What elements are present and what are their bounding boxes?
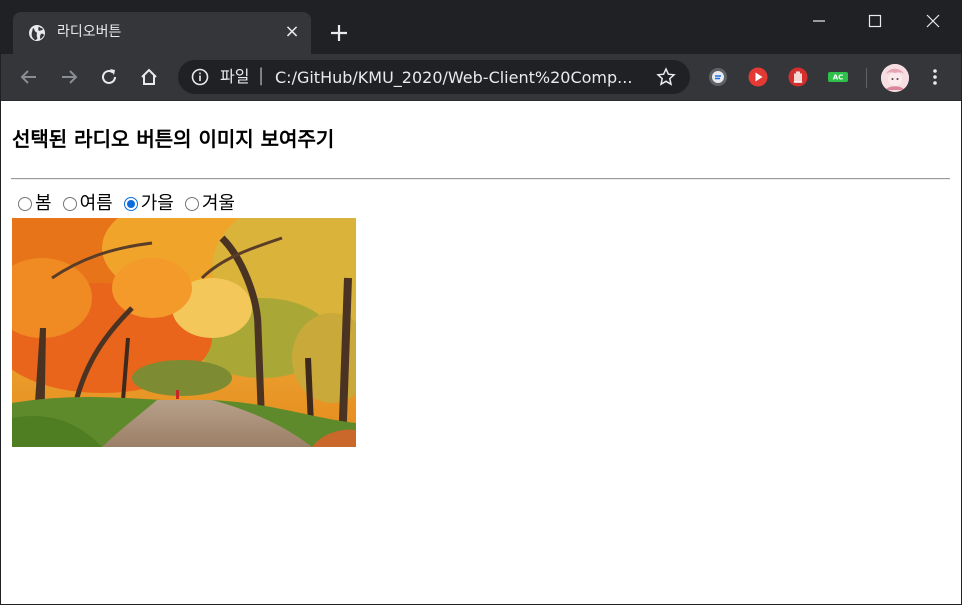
- home-button[interactable]: [138, 66, 160, 88]
- avatar-image: [881, 64, 909, 92]
- reload-button[interactable]: [98, 66, 120, 88]
- page-content: 선택된 라디오 버튼의 이미지 보여주기 봄 여름 가을 겨울: [1, 101, 961, 604]
- minimize-button[interactable]: [807, 9, 831, 33]
- browser-toolbar: 파일 | C:/GitHub/KMU_2020/Web-Client%20Com…: [1, 54, 961, 101]
- radio-button[interactable]: [184, 197, 199, 211]
- more-vertical-icon[interactable]: [925, 66, 945, 88]
- toolbar-divider: [866, 68, 867, 88]
- browser-window: 라디오버튼 × 파일 | C:/GitHub/KMU_2020/Web-Clie…: [0, 0, 962, 605]
- globe-icon: [29, 25, 45, 41]
- tab-title: 라디오버튼: [57, 24, 122, 40]
- autumn-forest-image: [12, 218, 356, 447]
- radio-label: 겨울: [201, 193, 235, 214]
- radio-button[interactable]: [18, 197, 32, 211]
- radio-label: 가을: [140, 193, 174, 214]
- info-icon[interactable]: [191, 68, 209, 86]
- radio-label: 여름: [79, 193, 113, 214]
- new-tab-button[interactable]: [327, 21, 351, 45]
- horizontal-rule: [11, 178, 950, 180]
- close-window-button[interactable]: [921, 9, 945, 33]
- forward-button[interactable]: [58, 66, 80, 88]
- radio-label: 봄: [35, 193, 52, 214]
- page-heading: 선택된 라디오 버튼의 이미지 보여주기: [12, 127, 335, 151]
- url-text[interactable]: C:/GitHub/KMU_2020/Web-Client%20Comp...: [275, 68, 632, 88]
- back-button[interactable]: [18, 66, 40, 88]
- hand-stop-extension-icon[interactable]: [787, 66, 809, 88]
- season-radio-group: 봄 여름 가을 겨울: [13, 192, 241, 216]
- radio-button-selected[interactable]: [123, 197, 138, 211]
- play-extension-icon[interactable]: [747, 66, 769, 88]
- ac-badge-label: AC: [833, 74, 844, 82]
- maximize-button[interactable]: [863, 9, 887, 33]
- tab-close-button[interactable]: ×: [283, 23, 301, 41]
- bookmark-star-button[interactable]: [656, 67, 676, 87]
- radio-option-spring[interactable]: 봄: [13, 192, 52, 216]
- url-scheme-label: 파일: [220, 67, 250, 86]
- url-separator: |: [258, 65, 265, 86]
- radio-option-autumn[interactable]: 가을: [119, 192, 174, 216]
- browser-tab[interactable]: 라디오버튼 ×: [13, 12, 311, 54]
- profile-avatar[interactable]: [881, 64, 909, 92]
- ghost-extension-icon[interactable]: [707, 66, 729, 88]
- radio-button[interactable]: [62, 197, 77, 211]
- radio-option-summer[interactable]: 여름: [58, 192, 113, 216]
- ac-extension-icon[interactable]: AC: [827, 66, 849, 88]
- address-bar[interactable]: 파일 | C:/GitHub/KMU_2020/Web-Client%20Com…: [178, 60, 690, 94]
- tab-strip: 라디오버튼 ×: [1, 1, 961, 54]
- radio-option-winter[interactable]: 겨울: [180, 192, 235, 216]
